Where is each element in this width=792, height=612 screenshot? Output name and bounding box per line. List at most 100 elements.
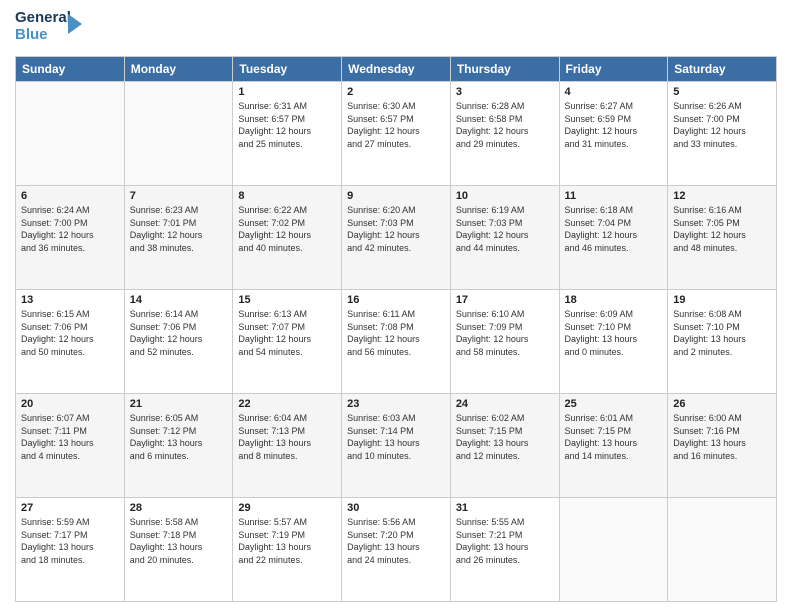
calendar-cell <box>559 498 668 602</box>
page: General Blue SundayMondayTuesdayWednesda… <box>0 0 792 612</box>
calendar-week-5: 27 Sunrise: 5:59 AM Sunset: 7:17 PM Dayli… <box>16 498 777 602</box>
day-number: 24 <box>456 398 554 410</box>
day-info: Sunrise: 6:31 AM Sunset: 6:57 PM Dayligh… <box>238 100 336 150</box>
calendar-cell: 24 Sunrise: 6:02 AM Sunset: 7:15 PM Dayli… <box>450 394 559 498</box>
day-number: 9 <box>347 190 445 202</box>
weekday-header-sunday: Sunday <box>16 57 125 82</box>
day-info: Sunrise: 6:07 AM Sunset: 7:11 PM Dayligh… <box>21 412 119 462</box>
weekday-header-row: SundayMondayTuesdayWednesdayThursdayFrid… <box>16 57 777 82</box>
day-info: Sunrise: 6:13 AM Sunset: 7:07 PM Dayligh… <box>238 308 336 358</box>
day-info: Sunrise: 6:20 AM Sunset: 7:03 PM Dayligh… <box>347 204 445 254</box>
day-info: Sunrise: 6:26 AM Sunset: 7:00 PM Dayligh… <box>673 100 771 150</box>
day-number: 21 <box>130 398 228 410</box>
calendar-table: SundayMondayTuesdayWednesdayThursdayFrid… <box>15 56 777 602</box>
day-info: Sunrise: 6:22 AM Sunset: 7:02 PM Dayligh… <box>238 204 336 254</box>
day-info: Sunrise: 5:55 AM Sunset: 7:21 PM Dayligh… <box>456 516 554 566</box>
calendar-cell: 20 Sunrise: 6:07 AM Sunset: 7:11 PM Dayli… <box>16 394 125 498</box>
day-number: 4 <box>565 86 663 98</box>
day-number: 7 <box>130 190 228 202</box>
day-info: Sunrise: 6:11 AM Sunset: 7:08 PM Dayligh… <box>347 308 445 358</box>
calendar-cell: 30 Sunrise: 5:56 AM Sunset: 7:20 PM Dayli… <box>342 498 451 602</box>
calendar-cell <box>124 82 233 186</box>
day-info: Sunrise: 6:05 AM Sunset: 7:12 PM Dayligh… <box>130 412 228 462</box>
day-number: 18 <box>565 294 663 306</box>
weekday-header-friday: Friday <box>559 57 668 82</box>
calendar-cell: 17 Sunrise: 6:10 AM Sunset: 7:09 PM Dayli… <box>450 290 559 394</box>
calendar-cell: 16Sunrise: 6:11 AM Sunset: 7:08 PM Dayli… <box>342 290 451 394</box>
calendar-cell: 27 Sunrise: 5:59 AM Sunset: 7:17 PM Dayli… <box>16 498 125 602</box>
calendar-cell: 14 Sunrise: 6:14 AM Sunset: 7:06 PM Dayli… <box>124 290 233 394</box>
calendar-week-3: 13Sunrise: 6:15 AM Sunset: 7:06 PM Dayli… <box>16 290 777 394</box>
logo-text-blue: Blue <box>15 27 70 44</box>
day-number: 14 <box>130 294 228 306</box>
day-number: 15 <box>238 294 336 306</box>
day-info: Sunrise: 6:23 AM Sunset: 7:01 PM Dayligh… <box>130 204 228 254</box>
day-info: Sunrise: 6:30 AM Sunset: 6:57 PM Dayligh… <box>347 100 445 150</box>
logo-container: General Blue <box>15 10 70 50</box>
day-info: Sunrise: 6:27 AM Sunset: 6:59 PM Dayligh… <box>565 100 663 150</box>
day-number: 3 <box>456 86 554 98</box>
logo-text-general: General <box>15 10 70 27</box>
day-info: Sunrise: 6:28 AM Sunset: 6:58 PM Dayligh… <box>456 100 554 150</box>
calendar-cell: 21 Sunrise: 6:05 AM Sunset: 7:12 PM Dayli… <box>124 394 233 498</box>
day-info: Sunrise: 6:10 AM Sunset: 7:09 PM Dayligh… <box>456 308 554 358</box>
day-info: Sunrise: 5:59 AM Sunset: 7:17 PM Dayligh… <box>21 516 119 566</box>
weekday-header-wednesday: Wednesday <box>342 57 451 82</box>
calendar-cell: 23 Sunrise: 6:03 AM Sunset: 7:14 PM Dayli… <box>342 394 451 498</box>
weekday-header-tuesday: Tuesday <box>233 57 342 82</box>
day-info: Sunrise: 5:57 AM Sunset: 7:19 PM Dayligh… <box>238 516 336 566</box>
calendar-cell <box>16 82 125 186</box>
calendar-cell: 6Sunrise: 6:24 AM Sunset: 7:00 PM Daylig… <box>16 186 125 290</box>
day-info: Sunrise: 6:14 AM Sunset: 7:06 PM Dayligh… <box>130 308 228 358</box>
calendar-cell: 5 Sunrise: 6:26 AM Sunset: 7:00 PM Daylig… <box>668 82 777 186</box>
calendar-cell: 18Sunrise: 6:09 AM Sunset: 7:10 PM Dayli… <box>559 290 668 394</box>
day-info: Sunrise: 6:02 AM Sunset: 7:15 PM Dayligh… <box>456 412 554 462</box>
day-info: Sunrise: 5:58 AM Sunset: 7:18 PM Dayligh… <box>130 516 228 566</box>
day-number: 2 <box>347 86 445 98</box>
header: General Blue <box>15 10 777 50</box>
day-info: Sunrise: 6:00 AM Sunset: 7:16 PM Dayligh… <box>673 412 771 462</box>
day-number: 6 <box>21 190 119 202</box>
logo-graphic: General Blue <box>15 10 70 50</box>
calendar-cell: 12Sunrise: 6:16 AM Sunset: 7:05 PM Dayli… <box>668 186 777 290</box>
logo-arrow-icon <box>68 14 82 34</box>
calendar-cell: 10 Sunrise: 6:19 AM Sunset: 7:03 PM Dayli… <box>450 186 559 290</box>
day-number: 10 <box>456 190 554 202</box>
day-number: 28 <box>130 502 228 514</box>
calendar-cell: 9 Sunrise: 6:20 AM Sunset: 7:03 PM Daylig… <box>342 186 451 290</box>
day-number: 22 <box>238 398 336 410</box>
day-info: Sunrise: 6:08 AM Sunset: 7:10 PM Dayligh… <box>673 308 771 358</box>
day-info: Sunrise: 6:19 AM Sunset: 7:03 PM Dayligh… <box>456 204 554 254</box>
calendar-cell <box>668 498 777 602</box>
day-info: Sunrise: 5:56 AM Sunset: 7:20 PM Dayligh… <box>347 516 445 566</box>
calendar-cell: 26 Sunrise: 6:00 AM Sunset: 7:16 PM Dayli… <box>668 394 777 498</box>
calendar-cell: 15 Sunrise: 6:13 AM Sunset: 7:07 PM Dayli… <box>233 290 342 394</box>
day-info: Sunrise: 6:01 AM Sunset: 7:15 PM Dayligh… <box>565 412 663 462</box>
calendar-cell: 11Sunrise: 6:18 AM Sunset: 7:04 PM Dayli… <box>559 186 668 290</box>
day-number: 27 <box>21 502 119 514</box>
day-info: Sunrise: 6:04 AM Sunset: 7:13 PM Dayligh… <box>238 412 336 462</box>
calendar-cell: 2 Sunrise: 6:30 AM Sunset: 6:57 PM Daylig… <box>342 82 451 186</box>
day-number: 8 <box>238 190 336 202</box>
calendar-week-2: 6Sunrise: 6:24 AM Sunset: 7:00 PM Daylig… <box>16 186 777 290</box>
day-number: 25 <box>565 398 663 410</box>
calendar-cell: 28 Sunrise: 5:58 AM Sunset: 7:18 PM Dayli… <box>124 498 233 602</box>
day-number: 1 <box>238 86 336 98</box>
weekday-header-thursday: Thursday <box>450 57 559 82</box>
weekday-header-saturday: Saturday <box>668 57 777 82</box>
day-number: 23 <box>347 398 445 410</box>
calendar-cell: 13Sunrise: 6:15 AM Sunset: 7:06 PM Dayli… <box>16 290 125 394</box>
day-info: Sunrise: 6:03 AM Sunset: 7:14 PM Dayligh… <box>347 412 445 462</box>
calendar-cell: 1 Sunrise: 6:31 AM Sunset: 6:57 PM Daylig… <box>233 82 342 186</box>
day-info: Sunrise: 6:16 AM Sunset: 7:05 PM Dayligh… <box>673 204 771 254</box>
calendar-cell: 31Sunrise: 5:55 AM Sunset: 7:21 PM Dayli… <box>450 498 559 602</box>
calendar-week-4: 20 Sunrise: 6:07 AM Sunset: 7:11 PM Dayli… <box>16 394 777 498</box>
day-number: 26 <box>673 398 771 410</box>
calendar-cell: 29Sunrise: 5:57 AM Sunset: 7:19 PM Dayli… <box>233 498 342 602</box>
day-number: 17 <box>456 294 554 306</box>
day-number: 20 <box>21 398 119 410</box>
day-number: 5 <box>673 86 771 98</box>
day-number: 30 <box>347 502 445 514</box>
day-info: Sunrise: 6:15 AM Sunset: 7:06 PM Dayligh… <box>21 308 119 358</box>
calendar-cell: 8 Sunrise: 6:22 AM Sunset: 7:02 PM Daylig… <box>233 186 342 290</box>
